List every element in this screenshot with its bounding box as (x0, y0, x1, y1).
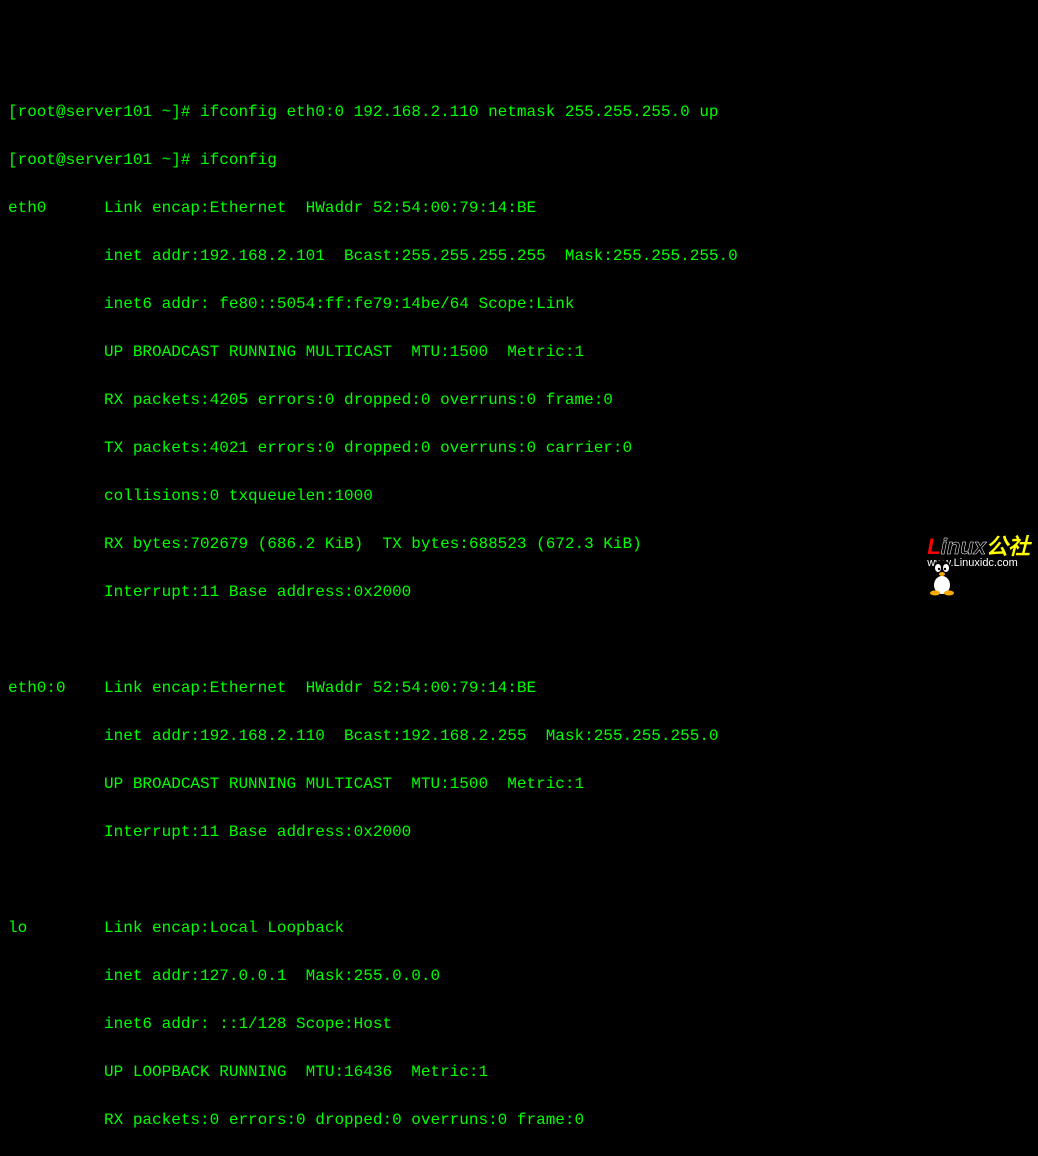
penguin-icon (883, 532, 923, 572)
command-2: ifconfig (200, 151, 277, 169)
prompt-user-host-2: [root@server101 ~]# (8, 151, 200, 169)
eth0-inet6: inet6 addr: fe80::5054:ff:fe79:14be/64 S… (8, 292, 1030, 316)
eth00-link: Link encap:Ethernet HWaddr 52:54:00:79:1… (66, 679, 536, 697)
eth00-interrupt: Interrupt:11 Base address:0x2000 (8, 820, 1030, 844)
interface-name-lo: lo (8, 919, 27, 937)
lo-inet6: inet6 addr: ::1/128 Scope:Host (8, 1012, 1030, 1036)
lo-flags: UP LOOPBACK RUNNING MTU:16436 Metric:1 (8, 1060, 1030, 1084)
eth0-bytes: RX bytes:702679 (686.2 KiB) TX bytes:688… (8, 532, 1030, 556)
eth0-tx-packets: TX packets:4021 errors:0 dropped:0 overr… (8, 436, 1030, 460)
interface-name-eth0: eth0 (8, 199, 46, 217)
lo-link: Link encap:Local Loopback (27, 919, 344, 937)
lo-inet: inet addr:127.0.0.1 Mask:255.0.0.0 (8, 964, 1030, 988)
interface-name-eth00: eth0:0 (8, 679, 66, 697)
eth0-link: Link encap:Ethernet HWaddr 52:54:00:79:1… (46, 199, 536, 217)
eth0-inet: inet addr:192.168.2.101 Bcast:255.255.25… (8, 244, 1030, 268)
eth00-header: eth0:0 Link encap:Ethernet HWaddr 52:54:… (8, 676, 1030, 700)
eth0-collisions: collisions:0 txqueuelen:1000 (8, 484, 1030, 508)
lo-rx-packets: RX packets:0 errors:0 dropped:0 overruns… (8, 1108, 1030, 1132)
blank-1 (8, 628, 1030, 652)
eth0-flags: UP BROADCAST RUNNING MULTICAST MTU:1500 … (8, 340, 1030, 364)
eth00-flags: UP BROADCAST RUNNING MULTICAST MTU:1500 … (8, 772, 1030, 796)
eth0-header: eth0 Link encap:Ethernet HWaddr 52:54:00… (8, 196, 1030, 220)
prompt-line-1: [root@server101 ~]# ifconfig eth0:0 192.… (8, 100, 1030, 124)
watermark: Linux公社 www.Linuxidc.com (883, 532, 1030, 572)
command-1: ifconfig eth0:0 192.168.2.110 netmask 25… (200, 103, 718, 121)
prompt-user-host: [root@server101 ~]# (8, 103, 200, 121)
eth00-inet: inet addr:192.168.2.110 Bcast:192.168.2.… (8, 724, 1030, 748)
eth0-rx-packets: RX packets:4205 errors:0 dropped:0 overr… (8, 388, 1030, 412)
prompt-line-2: [root@server101 ~]# ifconfig (8, 148, 1030, 172)
eth0-interrupt: Interrupt:11 Base address:0x2000 (8, 580, 1030, 604)
blank-2 (8, 868, 1030, 892)
lo-header: lo Link encap:Local Loopback (8, 916, 1030, 940)
